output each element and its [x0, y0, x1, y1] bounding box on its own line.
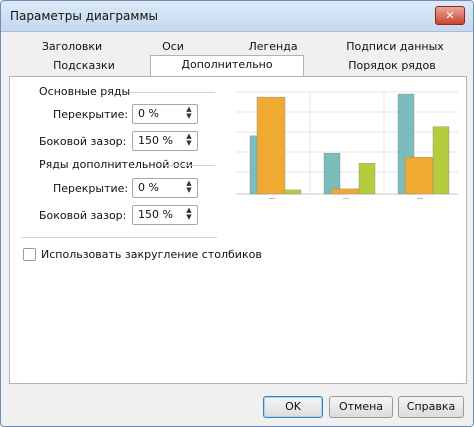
group-divider — [129, 92, 215, 93]
spinner-arrows-icon[interactable]: ▲ ▼ — [184, 180, 194, 194]
primary-gap-spinner[interactable]: 150 % ▲ ▼ — [132, 131, 198, 151]
spinner-arrows-icon[interactable]: ▲ ▼ — [184, 133, 194, 147]
primary-overlap-spinner[interactable]: 0 % ▲ ▼ — [132, 104, 198, 124]
window-title: Параметры диаграммы — [10, 9, 158, 23]
tabs-row-top: Заголовки Оси Легенда Подписи данных — [7, 38, 467, 56]
title-bar: Параметры диаграммы ✕ — [1, 1, 473, 32]
help-button[interactable]: Справка — [398, 396, 464, 418]
chart-settings-dialog: Параметры диаграммы ✕ Заголовки Оси Леге… — [0, 0, 474, 427]
chart-preview — [236, 91, 458, 199]
preview-bar-green — [358, 163, 376, 195]
preview-bar-orange — [404, 157, 434, 195]
preview-bar-teal — [323, 152, 341, 195]
secondary-gap-spinner[interactable]: 150 % ▲ ▼ — [132, 205, 198, 225]
primary-series-heading: Основные ряды — [39, 85, 131, 98]
tab-tooltips[interactable]: Подсказки — [49, 57, 119, 75]
secondary-gap-label: Боковой зазор: — [39, 209, 127, 222]
cancel-button[interactable]: Отмена — [329, 396, 393, 418]
tab-data-labels[interactable]: Подписи данных — [345, 38, 445, 56]
close-button[interactable]: ✕ — [435, 6, 465, 25]
primary-gap-value: 150 % — [138, 134, 173, 147]
rounding-label[interactable]: Использовать закругление столбиков — [41, 248, 262, 261]
secondary-overlap-spinner[interactable]: 0 % ▲ ▼ — [132, 178, 198, 198]
preview-bar-green — [432, 126, 450, 195]
primary-overlap-label: Перекрытие: — [53, 108, 129, 121]
tab-advanced[interactable]: Дополнительно — [150, 55, 304, 77]
rounding-checkbox[interactable] — [23, 248, 36, 261]
spinner-arrows-icon[interactable]: ▲ ▼ — [184, 207, 194, 221]
spinner-arrows-icon[interactable]: ▲ ▼ — [184, 106, 194, 120]
secondary-gap-value: 150 % — [138, 208, 173, 221]
secondary-overlap-value: 0 % — [138, 181, 159, 194]
section-divider — [21, 237, 217, 238]
tab-titles[interactable]: Заголовки — [37, 38, 107, 56]
secondary-overlap-label: Перекрытие: — [53, 182, 129, 195]
preview-bar-green — [284, 189, 302, 195]
tab-series-order[interactable]: Порядок рядов — [337, 57, 447, 75]
group-divider — [165, 165, 215, 166]
ok-button[interactable]: OK — [263, 396, 323, 418]
preview-bar-orange — [330, 188, 360, 195]
primary-overlap-value: 0 % — [138, 107, 159, 120]
tab-axes[interactable]: Оси — [155, 38, 191, 56]
tab-legend[interactable]: Легенда — [243, 38, 303, 56]
preview-bar-orange — [256, 96, 286, 195]
primary-gap-label: Боковой зазор: — [39, 135, 127, 148]
preview-bars — [249, 93, 450, 195]
tabs-row-bottom: Подсказки Дополнительно Порядок рядов — [7, 55, 467, 77]
